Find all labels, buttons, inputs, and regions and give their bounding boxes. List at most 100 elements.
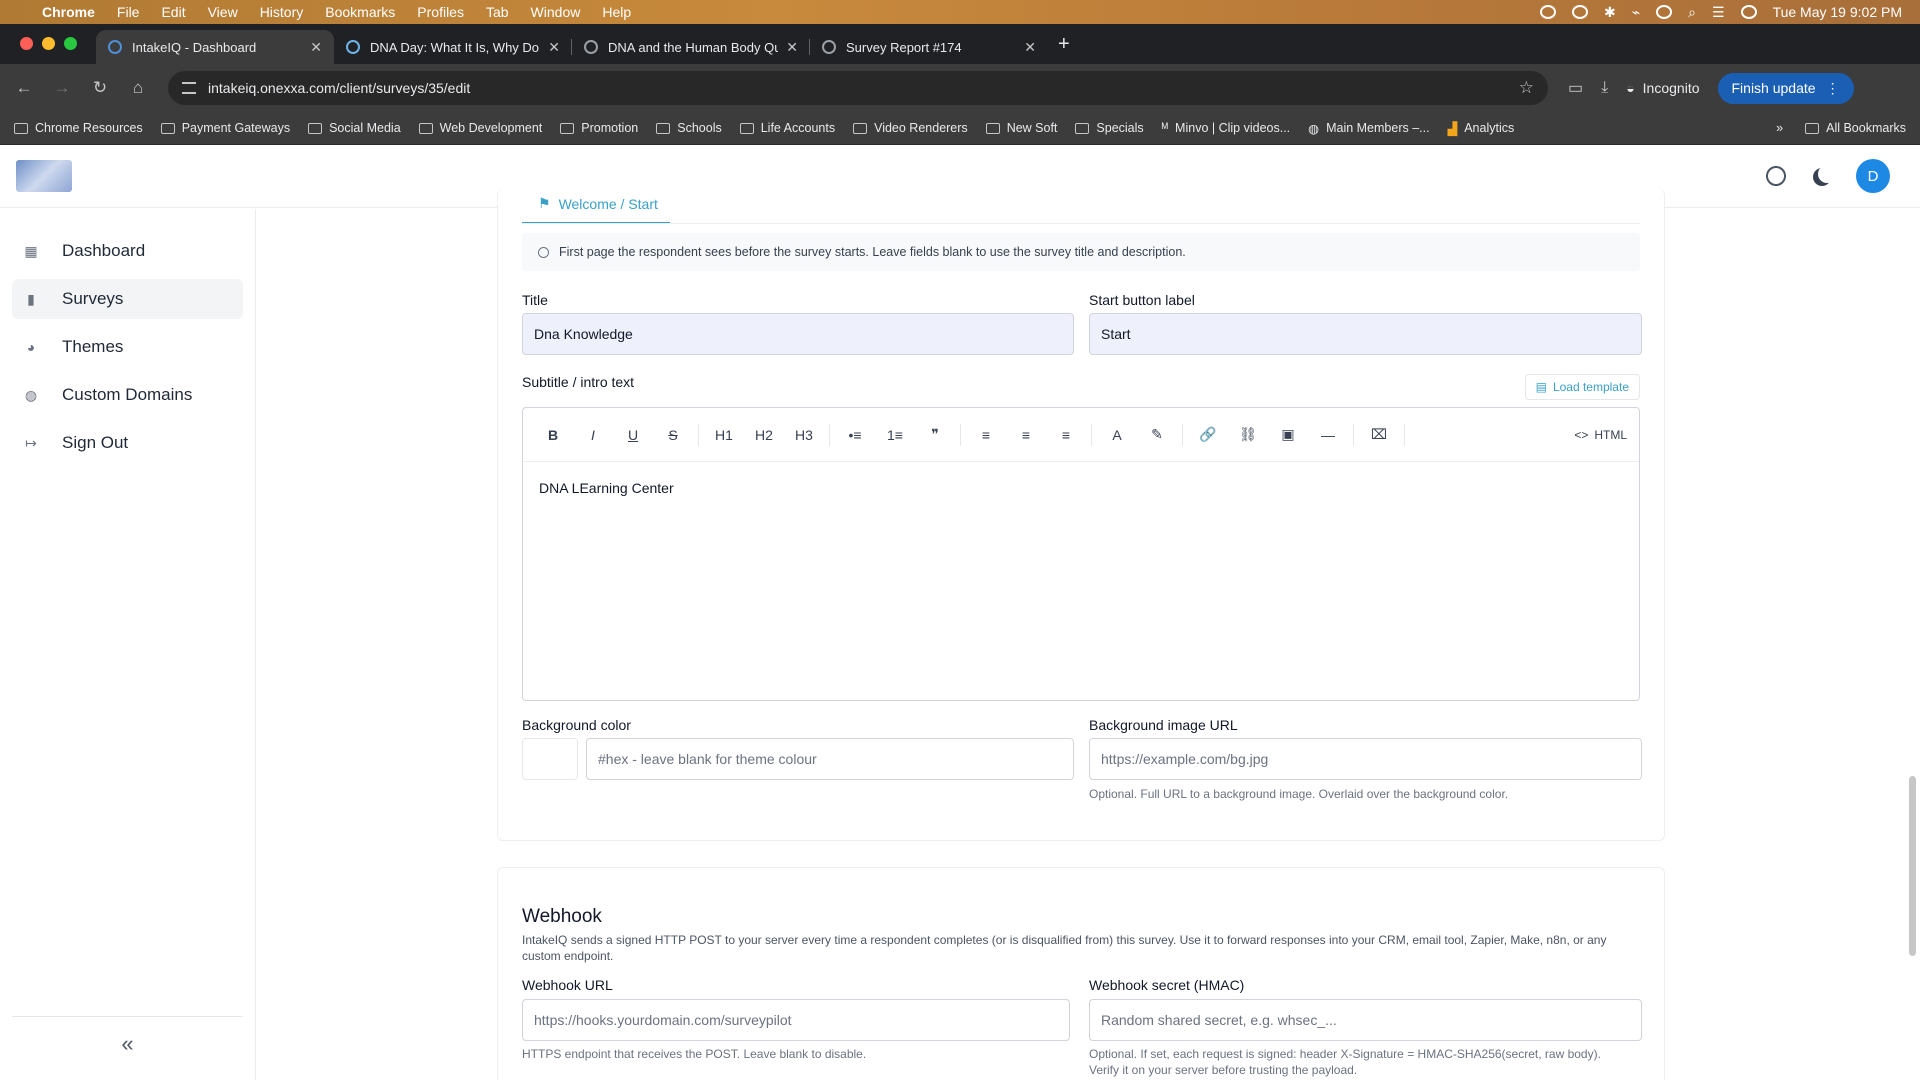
title-input[interactable]: Dna Knowledge <box>522 313 1074 355</box>
site-info-icon[interactable] <box>182 82 196 94</box>
webhook-secret-input[interactable]: Random shared secret, e.g. whsec_... <box>1089 999 1642 1041</box>
bluetooth-icon[interactable]: ✱ <box>1604 4 1616 21</box>
highlight-icon[interactable]: ✎ <box>1137 426 1177 443</box>
strikethrough-icon[interactable]: S <box>653 427 693 443</box>
cast-icon[interactable]: ▭ <box>1568 78 1583 98</box>
menu-profiles[interactable]: Profiles <box>417 4 464 20</box>
bookmark-item[interactable]: ◍ Main Members –... <box>1308 121 1429 136</box>
menu-help[interactable]: Help <box>602 4 631 20</box>
dark-mode-icon[interactable] <box>1818 165 1836 183</box>
incognito-indicator[interactable]: ◒ Incognito <box>1626 80 1699 96</box>
text-color-icon[interactable]: A <box>1097 427 1137 443</box>
new-tab-button[interactable]: + <box>1048 33 1080 64</box>
home-icon[interactable]: ⌂ <box>122 78 154 98</box>
bookmark-item[interactable]: Payment Gateways <box>160 121 290 135</box>
sidebar-item-surveys[interactable]: ▮ Surveys <box>12 279 243 319</box>
close-tab-icon[interactable]: ✕ <box>548 39 560 56</box>
avatar[interactable]: D <box>1856 159 1890 193</box>
collapse-sidebar-button[interactable]: « <box>12 1016 243 1057</box>
load-template-button[interactable]: ▤ Load template <box>1524 374 1640 400</box>
reload-icon[interactable]: ↻ <box>84 78 116 98</box>
menu-view[interactable]: View <box>208 4 238 20</box>
app-logo[interactable] <box>16 160 72 192</box>
color-swatch[interactable] <box>522 738 578 780</box>
underline-icon[interactable]: U <box>613 427 653 443</box>
menu-window[interactable]: Window <box>531 4 581 20</box>
bookmark-item[interactable]: Social Media <box>308 121 401 135</box>
status-icon[interactable] <box>1571 5 1588 19</box>
horizontal-rule-icon[interactable]: — <box>1308 427 1348 443</box>
italic-icon[interactable]: I <box>573 427 613 443</box>
close-tab-icon[interactable]: ✕ <box>1024 39 1036 56</box>
browser-tab[interactable]: DNA and the Human Body Qu ✕ <box>572 30 810 64</box>
clock[interactable]: Tue May 19 9:02 PM <box>1773 4 1902 20</box>
link-icon[interactable]: 🔗 <box>1188 426 1228 443</box>
scrollbar[interactable] <box>1909 776 1916 956</box>
browser-tab[interactable]: Survey Report #174 ✕ <box>810 30 1048 64</box>
wifi-off-icon[interactable]: ⌁ <box>1632 4 1640 21</box>
more-bookmarks-icon[interactable]: » <box>1776 121 1783 135</box>
editor-content[interactable]: DNA LEarning Center <box>523 462 1639 514</box>
sidebar-item-themes[interactable]: ◕ Themes <box>12 327 243 367</box>
bold-icon[interactable]: B <box>533 427 573 443</box>
clear-format-icon[interactable]: ⌧ <box>1359 426 1399 443</box>
bookmark-item[interactable]: Schools <box>656 121 722 135</box>
bookmark-item[interactable]: Life Accounts <box>739 121 835 135</box>
tab-welcome-start[interactable]: ⚑ Welcome / Start <box>522 195 670 224</box>
browser-tab[interactable]: IntakeIQ - Dashboard ✕ <box>96 30 334 64</box>
sidebar-item-sign-out[interactable]: ↦ Sign Out <box>12 423 243 463</box>
back-icon[interactable]: ← <box>8 78 40 98</box>
minimize-window-button[interactable] <box>42 37 55 50</box>
menu-file[interactable]: File <box>117 4 140 20</box>
heading-3-icon[interactable]: H3 <box>784 427 824 443</box>
bookmark-item[interactable]: ᴹ Minvo | Clip videos... <box>1162 121 1291 135</box>
status-icon[interactable] <box>1539 5 1556 19</box>
bookmark-item[interactable]: Specials <box>1075 121 1144 135</box>
bullet-list-icon[interactable]: •≡ <box>835 427 875 443</box>
bookmark-item[interactable]: ▟ Analytics <box>1448 121 1515 136</box>
numbered-list-icon[interactable]: 1≡ <box>875 427 915 443</box>
menu-app-name[interactable]: Chrome <box>42 4 95 20</box>
bookmark-star-icon[interactable]: ☆ <box>1519 78 1534 98</box>
forward-icon[interactable]: → <box>46 78 78 98</box>
language-icon[interactable] <box>1766 166 1786 186</box>
align-left-icon[interactable]: ≡ <box>966 427 1006 443</box>
align-right-icon[interactable]: ≡ <box>1046 427 1086 443</box>
user-icon[interactable] <box>1656 5 1673 19</box>
url-text[interactable]: intakeiq.onexxa.com/client/surveys/35/ed… <box>208 80 1519 96</box>
menu-history[interactable]: History <box>260 4 304 20</box>
html-toggle-button[interactable]: <> HTML <box>1574 428 1627 442</box>
sidebar-item-dashboard[interactable]: ▦ Dashboard <box>12 231 243 271</box>
bookmark-item[interactable]: New Soft <box>985 121 1057 135</box>
webhook-url-input[interactable]: https://hooks.yourdomain.com/surveypilot <box>522 999 1070 1041</box>
start-button-input[interactable]: Start <box>1089 313 1642 355</box>
close-window-button[interactable] <box>20 37 33 50</box>
control-center-icon[interactable]: ☰ <box>1712 4 1725 21</box>
bookmark-item[interactable]: Promotion <box>560 121 638 135</box>
sidebar-item-custom-domains[interactable]: ◍ Custom Domains <box>12 375 243 415</box>
bookmark-item[interactable]: Chrome Resources <box>14 121 143 135</box>
address-bar[interactable]: intakeiq.onexxa.com/client/surveys/35/ed… <box>168 71 1548 105</box>
bgcolor-input[interactable]: #hex - leave blank for theme colour <box>586 738 1074 780</box>
heading-2-icon[interactable]: H2 <box>744 427 784 443</box>
browser-tab[interactable]: DNA Day: What It Is, Why Do ✕ <box>334 30 572 64</box>
download-icon[interactable]: ⤓ <box>1601 79 1608 97</box>
unlink-icon[interactable]: ⛓ <box>1228 426 1268 443</box>
search-icon[interactable]: ⌕ <box>1688 4 1696 21</box>
bgimage-input[interactable]: https://example.com/bg.jpg <box>1089 738 1642 780</box>
menu-tab[interactable]: Tab <box>486 4 509 20</box>
siri-icon[interactable] <box>1740 5 1757 19</box>
finish-update-button[interactable]: Finish update ⋮ <box>1717 72 1854 104</box>
bookmark-item[interactable]: Video Renderers <box>853 121 968 135</box>
close-tab-icon[interactable]: ✕ <box>310 39 322 56</box>
zoom-window-button[interactable] <box>64 37 77 50</box>
quote-icon[interactable]: ❞ <box>915 426 955 443</box>
close-tab-icon[interactable]: ✕ <box>786 39 798 56</box>
image-icon[interactable]: ▣ <box>1268 426 1308 443</box>
heading-1-icon[interactable]: H1 <box>704 427 744 443</box>
menu-bookmarks[interactable]: Bookmarks <box>325 4 395 20</box>
align-center-icon[interactable]: ≡ <box>1006 427 1046 443</box>
all-bookmarks[interactable]: All Bookmarks <box>1805 121 1906 135</box>
bookmark-item[interactable]: Web Development <box>418 121 542 135</box>
menu-edit[interactable]: Edit <box>161 4 185 20</box>
